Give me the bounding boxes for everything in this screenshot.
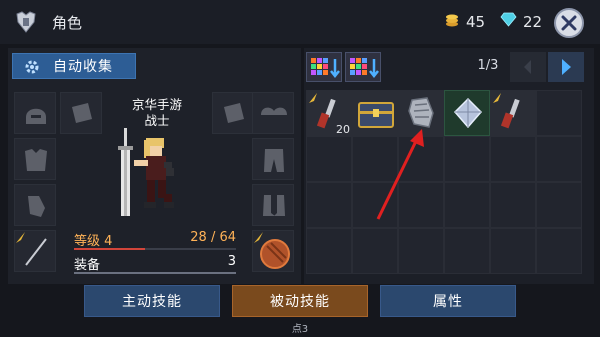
inventory-item-4[interactable] <box>445 91 491 137</box>
boots-slot[interactable] <box>252 184 294 226</box>
inventory-cell[interactable] <box>444 228 490 274</box>
bracer-icon <box>224 103 244 123</box>
gold-coins-icon <box>444 12 460 32</box>
pants-icon <box>264 149 284 172</box>
weapon-slot[interactable] <box>14 230 56 272</box>
tab-passive-skills[interactable]: 被动技能 <box>232 285 368 317</box>
close-button[interactable] <box>554 8 584 38</box>
level-row: 等级 4 28 / 64 <box>74 228 236 250</box>
inventory-cell[interactable] <box>490 228 536 274</box>
item-count: 20 <box>336 123 350 136</box>
gold-counter: 45 <box>444 12 485 32</box>
top-bar: 角色 45 22 <box>0 0 600 44</box>
round-shield-icon <box>254 232 290 269</box>
armor-icon <box>14 10 38 34</box>
tab-active-skills-label: 主动技能 <box>122 294 182 310</box>
skill-points-note: 点3 <box>291 324 309 335</box>
chest-armor-icon <box>25 149 47 171</box>
gem-counter: 22 <box>500 12 542 31</box>
inventory-cell[interactable] <box>306 136 352 182</box>
inventory-item-5[interactable] <box>491 91 537 137</box>
inventory-cell[interactable] <box>536 228 582 274</box>
gear-icon <box>23 58 41 80</box>
inventory-cell[interactable] <box>490 182 536 228</box>
tab-active-skills[interactable]: 主动技能 <box>84 285 220 317</box>
inventory-cell[interactable] <box>398 228 444 274</box>
gauntlet-slot[interactable] <box>14 184 56 226</box>
inventory-cell[interactable] <box>490 136 536 182</box>
shoulder-icon <box>261 107 287 115</box>
tab-attributes[interactable]: 属性 <box>380 285 516 317</box>
auto-collect-label: 自动收集 <box>53 59 113 75</box>
gold-count: 45 <box>466 13 486 31</box>
inventory-cell[interactable] <box>306 228 352 274</box>
chevron-right-icon <box>562 59 571 75</box>
diamond-icon <box>500 12 517 31</box>
sort-button-1[interactable] <box>306 52 342 82</box>
bracer-slot-left[interactable] <box>60 92 102 134</box>
chevron-left-icon <box>524 60 531 74</box>
highlight-arrow <box>376 129 424 220</box>
crystal-gem-icon <box>453 97 483 129</box>
bracer-icon <box>72 103 92 123</box>
sort-grid-icon <box>311 58 340 79</box>
chest-armor-slot[interactable] <box>14 138 56 180</box>
spear-weapon-icon <box>16 232 47 266</box>
close-icon <box>561 15 577 31</box>
inventory-cell[interactable] <box>444 136 490 182</box>
xp-bar <box>74 248 236 250</box>
inventory-cell[interactable] <box>536 182 582 228</box>
shield-slot[interactable] <box>252 230 294 272</box>
equip-row: 装备 3 <box>74 252 236 274</box>
level-label: 等级 4 <box>74 234 113 249</box>
next-page-button[interactable] <box>548 52 584 82</box>
tab-passive-skills-label: 被动技能 <box>270 294 330 310</box>
bracer-slot-right[interactable] <box>212 92 254 134</box>
xp-bar-fill <box>74 248 145 250</box>
equip-value: 3 <box>227 254 236 269</box>
equip-label: 装备 <box>74 258 101 273</box>
inventory-cell[interactable] <box>444 182 490 228</box>
inventory-cell[interactable] <box>306 182 352 228</box>
sort-button-2[interactable] <box>345 52 381 82</box>
inventory-cell[interactable] <box>352 228 398 274</box>
character-class: 战士 <box>144 113 170 128</box>
helmet-icon <box>26 108 46 124</box>
boots-icon <box>263 195 285 216</box>
tab-attributes-label: 属性 <box>433 294 463 310</box>
page-title: 角色 <box>52 14 83 32</box>
auto-collect-button[interactable]: 自动收集 <box>12 53 136 79</box>
inventory-cell[interactable] <box>536 136 582 182</box>
helmet-slot[interactable] <box>14 92 56 134</box>
sort-grid-icon <box>350 58 379 79</box>
pants-slot[interactable] <box>252 138 294 180</box>
character-sprite <box>110 128 202 222</box>
inventory-item-1[interactable]: 20 <box>307 91 353 137</box>
xp-value: 28 / 64 <box>190 230 236 245</box>
gauntlet-icon <box>28 196 45 217</box>
shoulder-slot[interactable] <box>252 92 294 134</box>
dagger-icon <box>493 93 520 129</box>
equip-bar <box>74 272 236 274</box>
inventory-cell[interactable] <box>536 90 582 136</box>
page-indicator: 1/3 <box>477 58 499 73</box>
prev-page-button[interactable] <box>510 52 546 82</box>
gem-count: 22 <box>523 12 543 31</box>
